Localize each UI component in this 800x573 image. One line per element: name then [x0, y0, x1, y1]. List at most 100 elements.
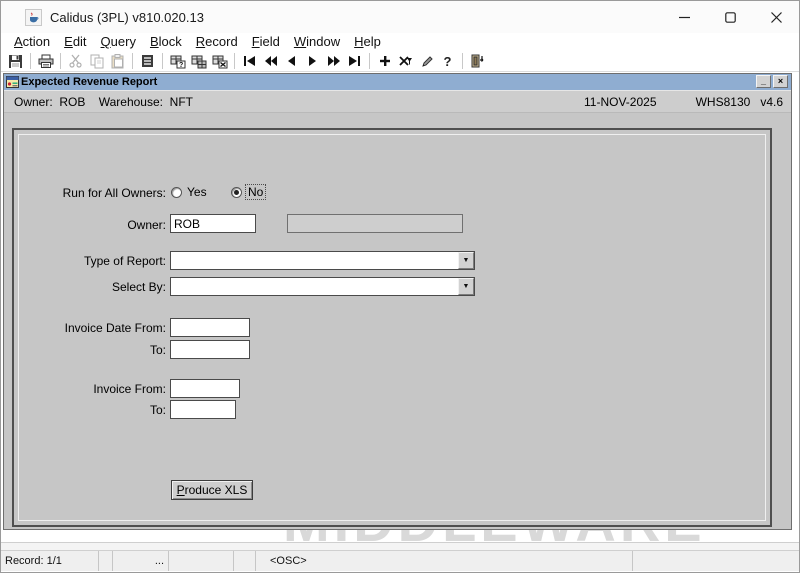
invoice-date-from-label: Invoice Date From: [4, 321, 166, 335]
invoice-date-from-input[interactable] [170, 318, 250, 337]
block-menu-icon[interactable] [137, 52, 158, 71]
owner-name-readonly-field [287, 214, 463, 233]
form-header: Owner: ROB Warehouse: NFT 11-NOV-2025 WH… [4, 90, 791, 113]
menu-query[interactable]: Query [94, 33, 143, 51]
type-of-report-dropdown-arrow[interactable]: ▼ [458, 252, 474, 269]
first-record-icon[interactable] [239, 52, 260, 71]
toolbar-separator [60, 53, 61, 69]
menu-block[interactable]: Block [143, 33, 189, 51]
application-window: Calidus (3PL) v810.020.13 Action Edit Qu… [0, 0, 800, 573]
previous-record-icon[interactable] [281, 52, 302, 71]
header-warehouse-value: NFT [170, 95, 193, 109]
svg-text:?: ? [443, 54, 451, 68]
header-program-id: WHS8130 [696, 95, 751, 109]
maximize-button[interactable] [707, 1, 753, 33]
java-app-icon [25, 9, 42, 26]
minimize-button[interactable] [661, 1, 707, 33]
status-osc: <OSC> [256, 551, 633, 571]
type-of-report-label: Type of Report: [4, 254, 166, 268]
maximize-icon [725, 12, 736, 23]
form-header-owner-warehouse: Owner: ROB Warehouse: NFT [14, 95, 193, 109]
window-titlebar: Calidus (3PL) v810.020.13 [1, 1, 799, 33]
invoice-to-input[interactable] [170, 400, 236, 419]
form-window: Expected Revenue Report _ × Owner: ROB W… [3, 73, 792, 530]
status-bar: Record: 1/1 ... <OSC> [1, 550, 799, 571]
header-date: 11-NOV-2025 [584, 95, 657, 109]
header-owner-value: ROB [59, 95, 85, 109]
window-controls [661, 1, 799, 33]
status-segment [633, 551, 799, 571]
cut-icon[interactable] [65, 52, 86, 71]
last-record-icon[interactable] [344, 52, 365, 71]
menu-help[interactable]: Help [347, 33, 388, 51]
run-all-owners-no-radio[interactable] [231, 187, 242, 198]
menu-window[interactable]: Window [287, 33, 347, 51]
menu-action[interactable]: Action [7, 33, 57, 51]
print-icon[interactable] [35, 52, 56, 71]
form-canvas: Run for All Owners: Yes No Owner: Type o… [4, 114, 791, 529]
select-by-label: Select By: [4, 280, 166, 294]
toolbar-separator [30, 53, 31, 69]
delete-record-icon[interactable] [395, 52, 416, 71]
close-button[interactable] [753, 1, 799, 33]
toolbar-separator [369, 53, 370, 69]
invoice-date-to-label: To: [4, 343, 166, 357]
invoice-to-label: To: [4, 403, 166, 417]
message-line [1, 542, 799, 550]
enter-query-icon[interactable]: ? [167, 52, 188, 71]
menu-field[interactable]: Field [245, 33, 287, 51]
status-segment [234, 551, 256, 571]
save-icon[interactable] [5, 52, 26, 71]
window-title: Calidus (3PL) v810.020.13 [50, 10, 204, 25]
invoice-from-label: Invoice From: [4, 382, 166, 396]
run-all-owners-yes-label[interactable]: Yes [187, 185, 207, 199]
toolbar: ? [1, 51, 799, 72]
insert-record-icon[interactable] [374, 52, 395, 71]
minimize-icon [679, 12, 690, 23]
status-record-count: Record: 1/1 [1, 551, 99, 571]
menu-edit[interactable]: Edit [57, 33, 93, 51]
toolbar-separator [162, 53, 163, 69]
form-window-title: Expected Revenue Report [21, 76, 157, 88]
mdi-client-area: MIDDLEWARE Expected Revenue Report _ × O… [2, 72, 800, 542]
form-minimize-button[interactable]: _ [756, 75, 771, 88]
status-segment [99, 551, 113, 571]
execute-query-icon[interactable] [188, 52, 209, 71]
svg-text:?: ? [179, 62, 183, 69]
select-by-dropdown[interactable]: ▼ [170, 277, 475, 296]
toolbar-separator [132, 53, 133, 69]
toolbar-separator [462, 53, 463, 69]
invoice-date-to-input[interactable] [170, 340, 250, 359]
cancel-query-icon[interactable] [209, 52, 230, 71]
previous-block-icon[interactable] [260, 52, 281, 71]
toolbar-separator [234, 53, 235, 69]
exit-icon[interactable] [467, 52, 488, 71]
copy-icon[interactable] [86, 52, 107, 71]
header-program-version: v4.6 [760, 95, 783, 109]
produce-xls-button[interactable]: Produce XLS [171, 480, 253, 500]
invoice-from-input[interactable] [170, 379, 240, 398]
form-window-icon [6, 76, 19, 88]
header-program: WHS8130 v4.6 [696, 95, 783, 109]
close-icon [771, 12, 782, 23]
owner-input[interactable] [170, 214, 256, 233]
select-by-dropdown-arrow[interactable]: ▼ [458, 278, 474, 295]
type-of-report-dropdown[interactable]: ▼ [170, 251, 475, 270]
run-for-all-owners-label: Run for All Owners: [4, 186, 166, 200]
form-titlebar[interactable]: Expected Revenue Report _ × [4, 74, 791, 90]
header-owner-label: Owner: [14, 95, 53, 109]
menu-bar: Action Edit Query Block Record Field Win… [1, 33, 799, 51]
paste-icon[interactable] [107, 52, 128, 71]
help-icon[interactable]: ? [437, 52, 458, 71]
status-ellipsis: ... [113, 551, 169, 571]
header-warehouse-label: Warehouse: [99, 95, 163, 109]
lock-record-icon[interactable] [416, 52, 437, 71]
run-all-owners-no-label[interactable]: No [245, 184, 266, 200]
menu-record[interactable]: Record [189, 33, 245, 51]
run-all-owners-yes-radio[interactable] [171, 187, 182, 198]
next-block-icon[interactable] [323, 52, 344, 71]
next-record-icon[interactable] [302, 52, 323, 71]
status-segment [169, 551, 234, 571]
form-window-controls: _ × [756, 75, 788, 88]
form-close-button[interactable]: × [773, 75, 788, 88]
